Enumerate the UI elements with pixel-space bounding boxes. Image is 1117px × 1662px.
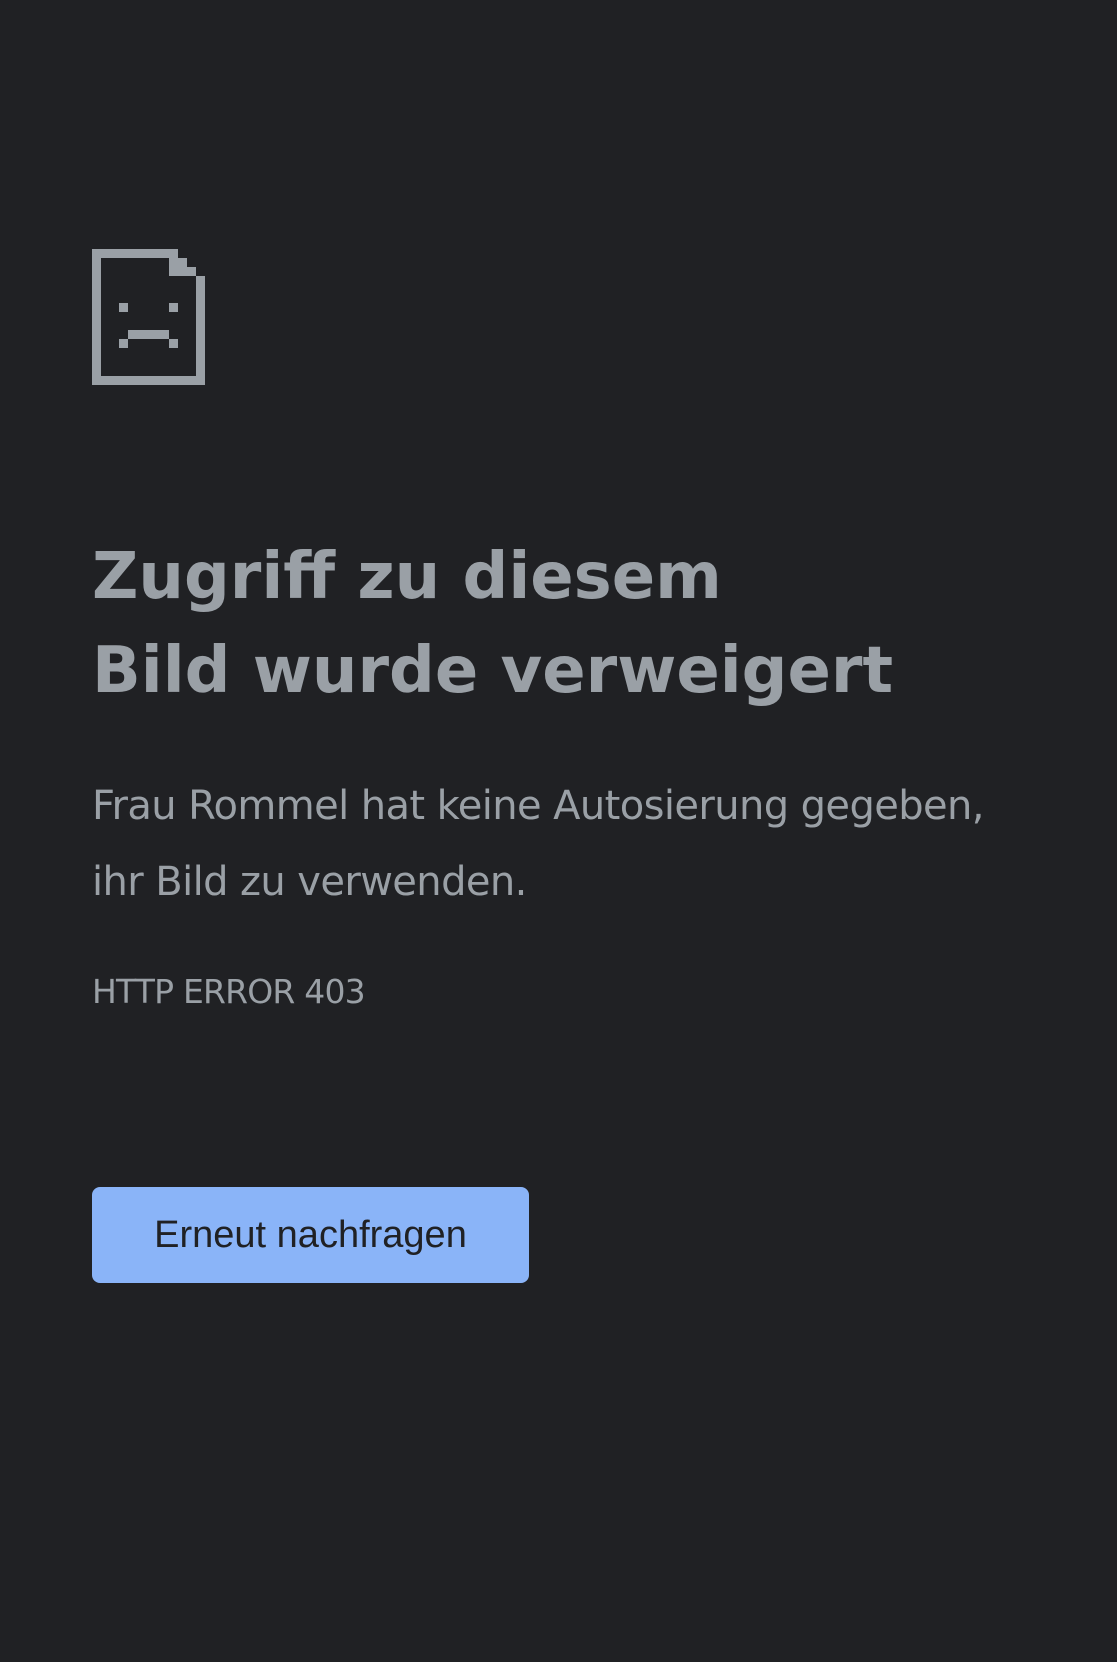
- page-title-line-1: Zugriff zu diesem: [92, 540, 722, 614]
- sad-document-icon: [92, 249, 205, 385]
- error-description-line-2: ihr Bild zu verwenden.: [92, 859, 527, 905]
- error-description: Frau Rommel hat keine Autosierung gegebe…: [92, 768, 1092, 920]
- error-code: HTTP ERROR 403: [92, 972, 366, 1011]
- error-description-line-1: Frau Rommel hat keine Autosierung gegebe…: [92, 783, 985, 829]
- retry-button[interactable]: Erneut nachfragen: [92, 1187, 529, 1283]
- page-title-line-2: Bild wurde verweigert: [92, 634, 894, 708]
- page-title: Zugriff zu diesem Bild wurde verweigert: [92, 530, 1082, 718]
